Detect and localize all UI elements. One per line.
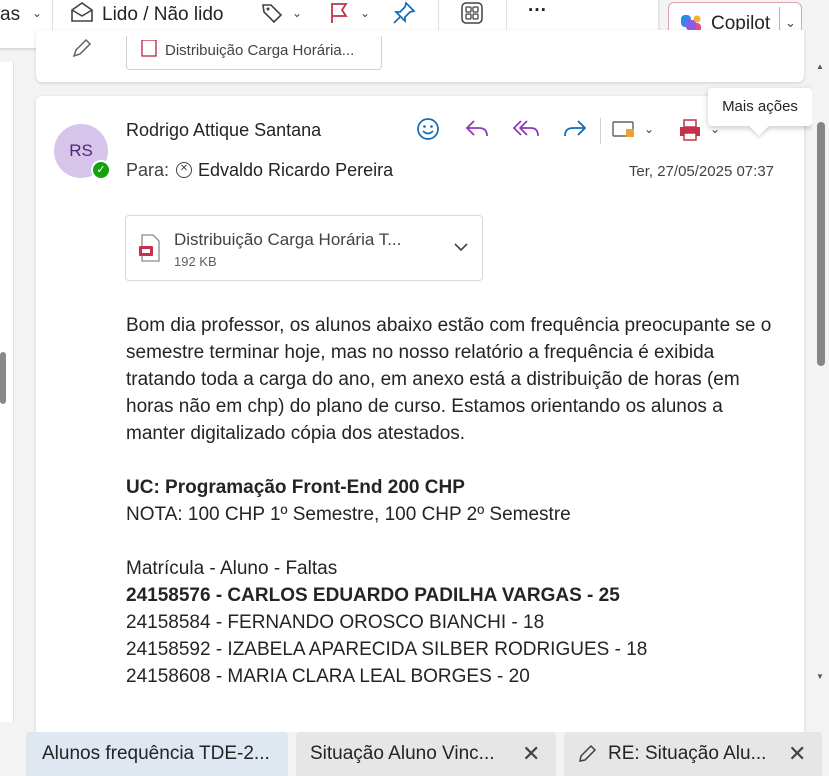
tab-label: RE: Situação Alu... — [608, 743, 767, 764]
tab-situacao-aluno[interactable]: Situação Aluno Vinc... ✕ — [296, 732, 556, 776]
message-date: Ter, 27/05/2025 07:37 — [628, 163, 774, 180]
tab-label: Alunos frequência TDE-2... — [42, 743, 270, 764]
emoji-react-icon[interactable] — [415, 116, 441, 142]
previous-message-card: Distribuição Carga Horária... — [36, 30, 804, 82]
folder-pane-edge — [0, 62, 14, 722]
chevron-down-icon[interactable]: ⌄ — [292, 6, 302, 20]
attachment-name: Distribuição Carga Horária T... — [174, 230, 402, 249]
close-icon[interactable]: ✕ — [522, 743, 540, 765]
presence-available-icon: ✓ — [91, 160, 111, 180]
tab-alunos-frequencia[interactable]: Alunos frequência TDE-2... — [26, 732, 288, 776]
previous-attachment-chip[interactable]: Distribuição Carga Horária... — [126, 36, 382, 70]
attachment-size: 192 KB — [174, 254, 217, 269]
student-row: 24158584 - FERNANDO OROSCO BIANCHI - 18 — [126, 612, 545, 633]
attachment-chip[interactable]: Distribuição Carga Horária T... 192 KB — [125, 215, 483, 281]
scroll-up-arrow-icon[interactable]: ▲ — [816, 62, 824, 71]
chevron-down-icon[interactable]: ⌄ — [32, 6, 42, 20]
more-options-button[interactable]: ··· — [528, 0, 547, 22]
divider — [600, 118, 601, 144]
pdf-file-icon — [139, 234, 160, 262]
scroll-down-arrow-icon[interactable]: ▼ — [816, 672, 824, 681]
flag-icon[interactable] — [328, 1, 350, 25]
print-icon[interactable] — [678, 118, 702, 142]
message-body: Bom dia professor, os alunos abaixo estã… — [126, 312, 776, 690]
body-intro: Bom dia professor, os alunos abaixo estã… — [126, 315, 772, 444]
tag-icon[interactable] — [260, 1, 284, 25]
student-row: 24158608 - MARIA CLARA LEAL BORGES - 20 — [126, 666, 530, 687]
immersive-reader-icon[interactable] — [612, 120, 636, 140]
close-icon[interactable]: ✕ — [788, 743, 806, 765]
chevron-down-icon[interactable]: ⌄ — [360, 6, 370, 20]
nota-line: NOTA: 100 CHP 1º Semestre, 100 CHP 2º Se… — [126, 504, 571, 525]
tab-re-situacao-aluno[interactable]: RE: Situação Alu... ✕ — [564, 732, 822, 776]
student-row: 24158576 - CARLOS EDUARDO PADILHA VARGAS… — [126, 585, 620, 606]
to-label: Para: — [126, 160, 170, 180]
pencil-icon[interactable] — [70, 38, 92, 60]
apps-grid-icon[interactable] — [460, 1, 484, 25]
reply-icon[interactable] — [464, 116, 490, 142]
chevron-down-icon[interactable]: ⌄ — [644, 122, 654, 136]
open-items-tabbar: Alunos frequência TDE-2... Situação Alun… — [0, 732, 829, 776]
recipient-name[interactable]: Edvaldo Ricardo Pereira — [198, 160, 393, 181]
forward-icon[interactable] — [562, 116, 588, 142]
divider — [52, 0, 53, 32]
message-card: RS ✓ Rodrigo Attique Santana Para: ✕ Edv… — [36, 96, 804, 736]
envelope-open-icon — [71, 2, 93, 22]
recipient-status-icon: ✕ — [176, 162, 192, 178]
tab-label: Situação Aluno Vinc... — [310, 743, 495, 764]
reply-all-icon[interactable] — [512, 116, 540, 142]
chevron-down-icon[interactable]: ⌄ — [785, 15, 796, 31]
divider — [506, 0, 507, 32]
pin-icon[interactable] — [392, 1, 416, 25]
list-header: Matrícula - Aluno - Faltas — [126, 558, 338, 579]
scrollbar-thumb[interactable] — [817, 122, 825, 366]
divider — [438, 0, 439, 32]
sender-name[interactable]: Rodrigo Attique Santana — [126, 120, 321, 141]
more-actions-tooltip: Mais ações — [708, 88, 812, 126]
previous-attachment-name: Distribuição Carga Horária... — [165, 42, 355, 59]
student-row: 24158592 - IZABELA APARECIDA SILBER RODR… — [126, 639, 648, 660]
pdf-file-icon — [141, 40, 157, 57]
left-scrollbar-thumb[interactable] — [0, 352, 6, 404]
partial-command-label[interactable]: as — [0, 4, 20, 26]
reading-pane-scrollbar[interactable]: ▲ ▼ — [812, 62, 829, 722]
chevron-down-icon[interactable] — [452, 238, 470, 256]
uc-title: UC: Programação Front-End 200 CHP — [126, 477, 465, 498]
pencil-draft-icon — [579, 744, 597, 762]
read-unread-label: Lido / Não lido — [102, 4, 224, 25]
